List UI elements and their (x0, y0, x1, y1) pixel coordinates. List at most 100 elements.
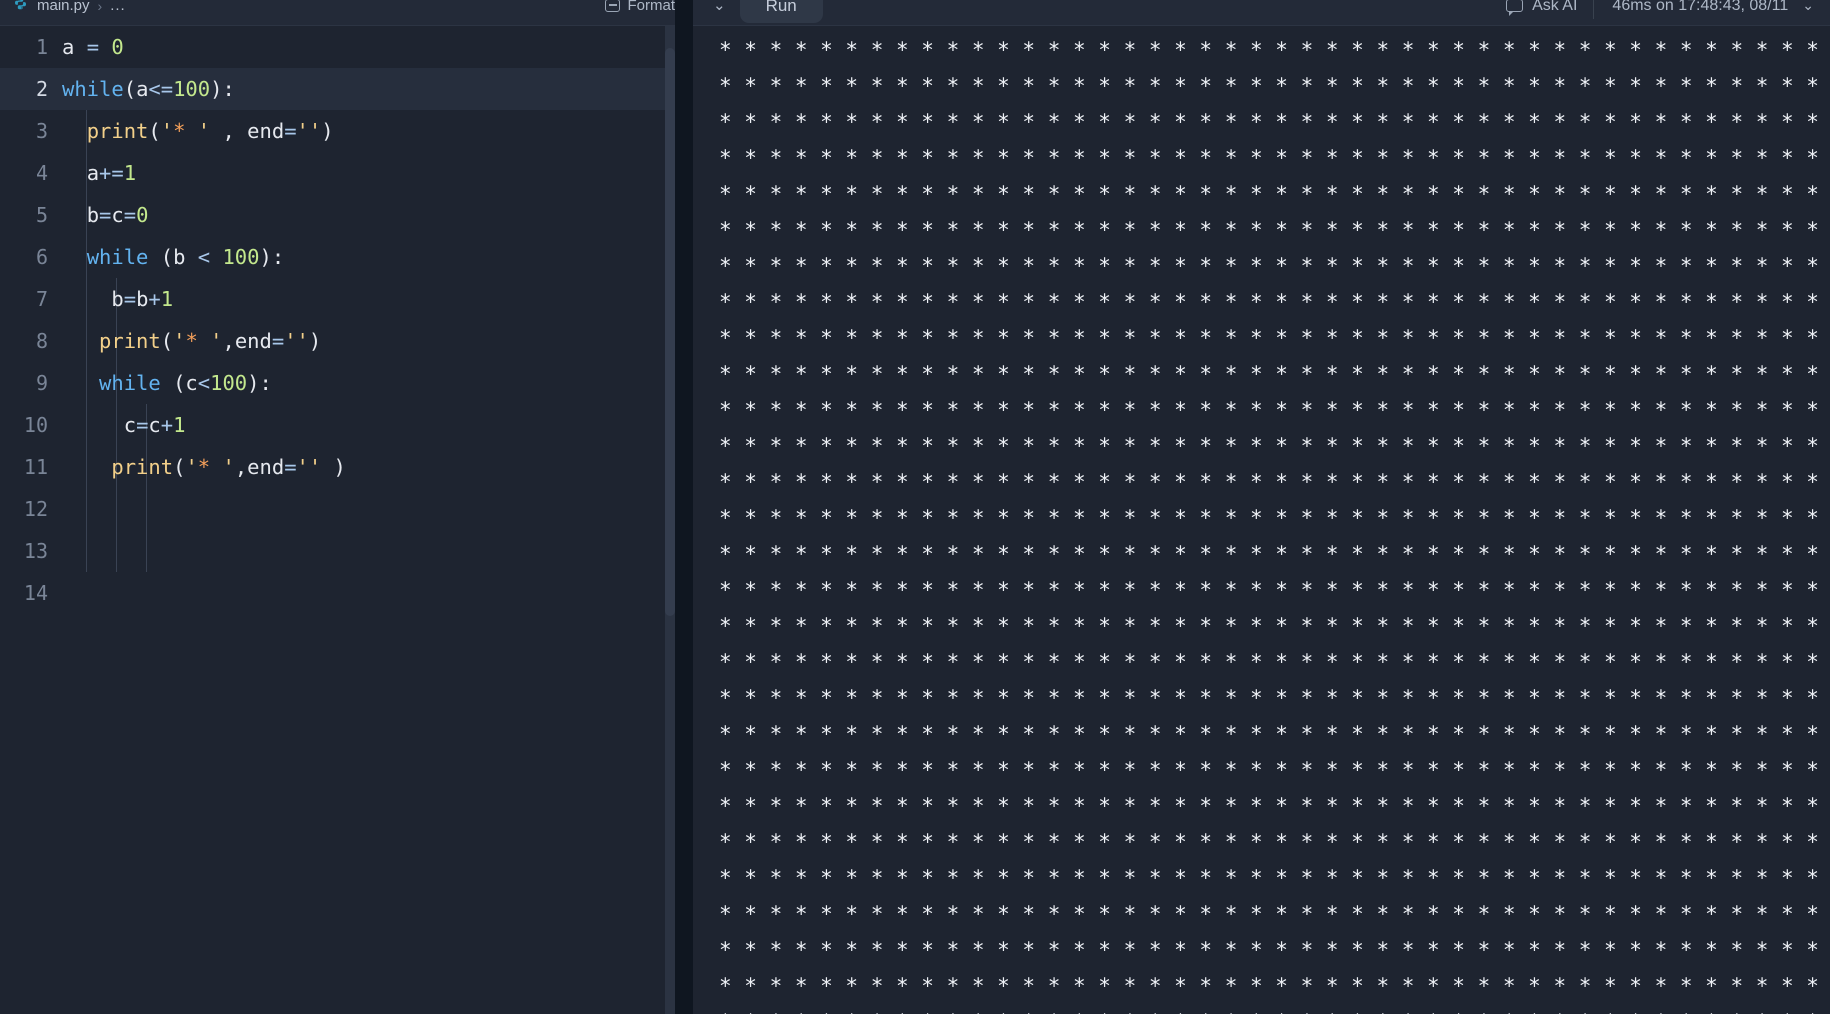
code-token: ( (160, 329, 174, 353)
editor-scrollbar-thumb[interactable] (665, 48, 675, 616)
code-line-text[interactable]: a = 0 (62, 26, 693, 68)
code-token: = (123, 287, 137, 311)
code-line[interactable]: 14 (0, 572, 693, 614)
code-line[interactable]: 13 (0, 530, 693, 572)
code-line-text[interactable]: b=c=0 (62, 194, 693, 236)
code-line[interactable]: 2 while(a<=100): (0, 68, 693, 110)
code-line[interactable]: 5 b=c=0 (0, 194, 693, 236)
run-timing[interactable]: 46ms on 17:48:43, 08/11 ⌄ (1593, 0, 1814, 19)
output-pane: ⌄ Run Ask AI 46ms on 17:48:43, 08/11 ⌄ *… (693, 0, 1830, 1014)
code-line[interactable]: 7 b=b+1 (0, 278, 693, 320)
code-line[interactable]: 11 print('* ',end='' ) (0, 446, 693, 488)
code-line[interactable]: 10 c=c+1 (0, 404, 693, 446)
code-token: while (99, 371, 161, 395)
code-line-text[interactable]: while(a<=100): (62, 68, 693, 110)
code-token: ( (173, 455, 186, 479)
line-number: 6 (35, 245, 48, 269)
code-token: ) (308, 329, 322, 353)
code-editor[interactable]: 1a = 0 2 while(a<=100): 3 print('* ' , end=… (0, 26, 693, 1014)
code-line[interactable]: 12 (0, 488, 693, 530)
code-line-text[interactable]: print('* ' , end='') (62, 110, 693, 152)
code-lines[interactable]: 1a = 0 2 while(a<=100): 3 print('* ' , end=… (0, 26, 693, 614)
line-number: 13 (23, 539, 48, 563)
format-label: Format (627, 0, 675, 14)
code-token: * (185, 329, 198, 353)
code-line-text[interactable]: c=c+1 (62, 404, 693, 446)
line-number: 8 (35, 329, 48, 353)
code-token: a (62, 35, 87, 59)
code-token: (c (160, 371, 198, 395)
code-token: 0 (136, 203, 149, 227)
line-number: 14 (23, 581, 48, 605)
line-number: 11 (23, 455, 48, 479)
code-token: ' (160, 119, 174, 143)
code-token: < (197, 371, 211, 395)
code-line[interactable]: 6 while (b < 100): (0, 236, 693, 278)
code-token: = (123, 203, 137, 227)
code-line[interactable]: 4 a+=1 (0, 152, 693, 194)
console-output[interactable]: * * * * * * * * * * * * * * * * * * * * … (693, 26, 1830, 1014)
code-token: ' (185, 119, 211, 143)
code-line-text[interactable]: while (c<100): (62, 362, 693, 404)
breadcrumb-separator: › (97, 0, 103, 14)
timing-chevron-down-icon[interactable]: ⌄ (1802, 0, 1814, 14)
ask-ai-button[interactable]: Ask AI (1506, 0, 1593, 16)
line-number: 7 (35, 287, 48, 311)
code-token: end (247, 119, 285, 143)
code-line-text[interactable]: while (b < 100): (62, 236, 693, 278)
code-token: b (111, 287, 124, 311)
code-token: ( (148, 119, 161, 143)
line-number: 5 (35, 203, 48, 227)
code-token: , (222, 329, 235, 353)
code-token: ' (210, 455, 235, 479)
line-number: 2 (35, 77, 48, 101)
code-token: c (123, 413, 137, 437)
code-token: while (86, 245, 149, 269)
code-token: 1 (173, 413, 186, 437)
breadcrumb-file[interactable]: main.py (37, 0, 90, 14)
code-token: 1 (160, 287, 174, 311)
code-token: print (111, 455, 174, 479)
pane-divider[interactable] (675, 0, 693, 1014)
code-token: end (247, 455, 285, 479)
code-line[interactable]: 8 print('* ',end='') (0, 320, 693, 362)
code-line-text[interactable]: a+=1 (62, 152, 693, 194)
code-token: '' (296, 119, 322, 143)
code-token: * (197, 455, 211, 479)
code-line[interactable]: 9 while (c<100): (0, 362, 693, 404)
breadcrumb-more[interactable]: ... (110, 0, 126, 14)
code-line-text[interactable]: b=b+1 (62, 278, 693, 320)
code-line-text[interactable]: print('* ',end='') (62, 320, 693, 362)
breadcrumb[interactable]: main.py › ... (12, 0, 126, 14)
code-token: , (210, 119, 248, 143)
code-token: a (136, 77, 149, 101)
editor-toolbar: main.py › ... Format (0, 0, 693, 26)
code-token: 0 (111, 35, 124, 59)
code-token: += (99, 161, 124, 185)
collapse-chevron-icon[interactable]: ⌄ (703, 0, 736, 13)
ide-window: main.py › ... Format 1a = 0 2 while(a<=100… (0, 0, 1830, 1014)
code-token: '' (284, 329, 309, 353)
code-token: ) (321, 119, 334, 143)
code-token: end (234, 329, 272, 353)
code-token: ' (173, 329, 186, 353)
run-button[interactable]: Run (739, 0, 823, 23)
format-button[interactable]: Format (599, 0, 681, 17)
editor-scrollbar[interactable] (665, 26, 675, 1014)
code-token: b (136, 287, 149, 311)
code-line[interactable]: 1a = 0 (0, 26, 693, 68)
code-token: = (136, 413, 149, 437)
run-timing-label: 46ms on 17:48:43, 08/11 (1612, 0, 1789, 14)
code-line[interactable]: 3 print('* ' , end='') (0, 110, 693, 152)
code-token: a (86, 161, 100, 185)
code-line-text[interactable]: print('* ',end='' ) (62, 446, 693, 488)
code-token: print (99, 329, 161, 353)
code-token: ' (197, 329, 223, 353)
code-token: b (86, 203, 100, 227)
